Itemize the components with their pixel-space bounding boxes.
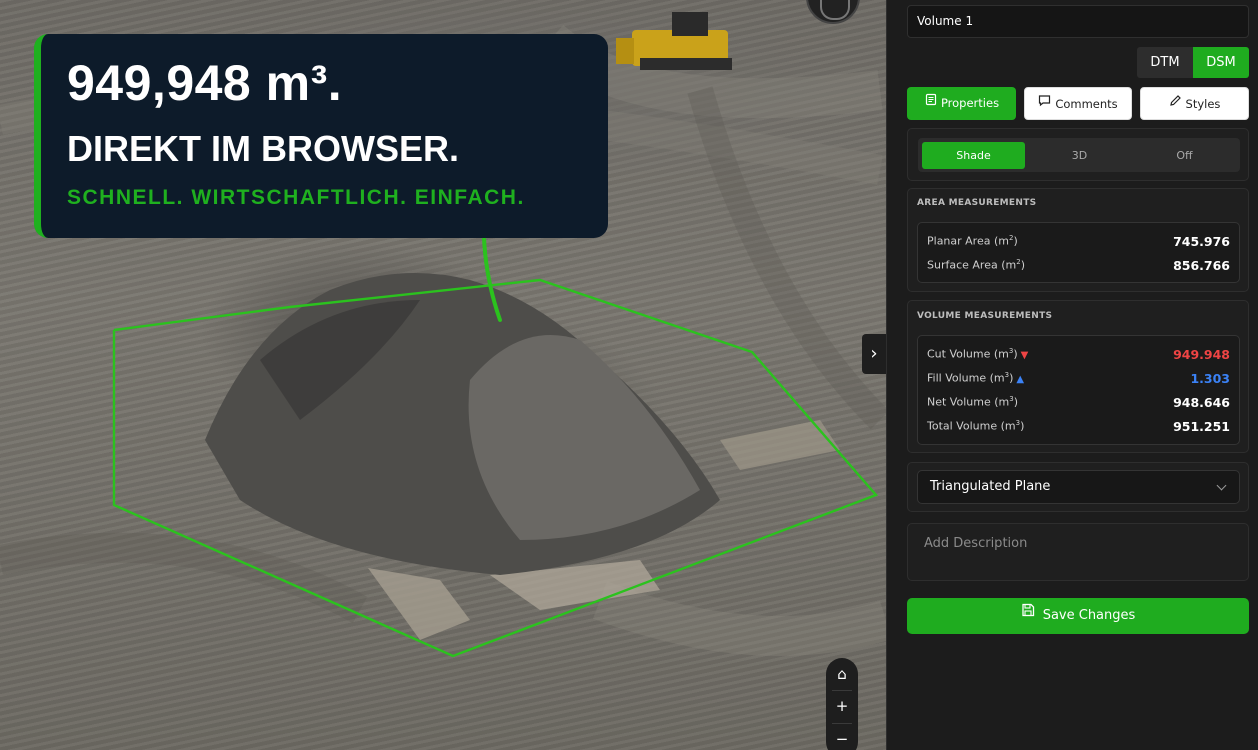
- area-measurements-section: AREA MEASUREMENTS Planar Area (m2) 745.9…: [907, 188, 1249, 292]
- bulldozer-image: [616, 12, 732, 70]
- fill-volume-label: Fill Volume (m3) ▲: [927, 371, 1025, 385]
- properties-icon: [924, 86, 937, 119]
- fill-volume-row: Fill Volume (m3) ▲ 1.303: [927, 371, 1230, 387]
- net-volume-label: Net Volume (m3): [927, 395, 1018, 409]
- tab-comments-label: Comments: [1055, 97, 1118, 111]
- base-plane-value: Triangulated Plane: [930, 479, 1051, 494]
- banner-subheadline: DIREKT IM BROWSER.: [67, 128, 459, 169]
- area-measurements-list: Planar Area (m2) 745.976 Surface Area (m…: [917, 222, 1240, 283]
- shade-option-off[interactable]: Off: [1133, 142, 1236, 169]
- save-icon: [1021, 596, 1035, 632]
- home-icon[interactable]: ⌂: [826, 665, 858, 683]
- save-changes-label: Save Changes: [1042, 608, 1136, 623]
- pencil-icon: [1169, 87, 1182, 120]
- tab-properties-label: Properties: [940, 96, 1000, 110]
- net-volume-row: Net Volume (m3) 948.646: [927, 395, 1230, 411]
- cut-indicator-icon: ▼: [1020, 349, 1029, 361]
- save-changes-button[interactable]: Save Changes: [907, 598, 1249, 634]
- tab-comments[interactable]: Comments: [1024, 87, 1132, 120]
- comments-icon: [1038, 87, 1051, 120]
- planar-area-row: Planar Area (m2) 745.976: [927, 234, 1230, 250]
- shade-mode-section: Shade 3D Off: [907, 128, 1249, 181]
- map-navigation-controls: ⌂ + −: [826, 658, 858, 750]
- surface-area-label: Surface Area (m2): [927, 258, 1025, 272]
- cut-volume-value: 949.948: [1173, 347, 1230, 362]
- tab-properties[interactable]: Properties: [907, 87, 1016, 120]
- total-volume-row: Total Volume (m3) 951.251: [927, 419, 1230, 435]
- banner-headline: 949,948 m³.: [67, 55, 343, 111]
- base-plane-select[interactable]: Triangulated Plane: [917, 470, 1240, 504]
- promo-banner: 949,948 m³. DIREKT IM BROWSER. SCHNELL. …: [34, 34, 608, 238]
- base-plane-section: Triangulated Plane: [907, 462, 1249, 512]
- properties-panel: Volume 1 DTM DSM Properties Comments Sty…: [886, 0, 1258, 750]
- shade-option-shade[interactable]: Shade: [922, 142, 1025, 169]
- chevron-down-icon: [1216, 480, 1227, 491]
- surface-area-value: 856.766: [1173, 258, 1230, 273]
- dsm-toggle[interactable]: DSM: [1193, 47, 1249, 78]
- cut-volume-label: Cut Volume (m3) ▼: [927, 347, 1029, 361]
- surface-area-row: Surface Area (m2) 856.766: [927, 258, 1230, 274]
- description-textarea[interactable]: Add Description: [907, 523, 1249, 581]
- tab-styles-label: Styles: [1185, 97, 1221, 111]
- cut-volume-row: Cut Volume (m3) ▼ 949.948: [927, 347, 1230, 363]
- planar-area-label: Planar Area (m2): [927, 234, 1018, 248]
- dtm-toggle[interactable]: DTM: [1137, 47, 1193, 78]
- fill-indicator-icon: ▲: [1016, 373, 1025, 385]
- shade-mode-selector: Shade 3D Off: [918, 138, 1240, 172]
- tab-styles[interactable]: Styles: [1140, 87, 1249, 120]
- banner-tagline: SCHNELL. WIRTSCHAFTLICH. EINFACH.: [67, 186, 525, 209]
- zoom-out-icon[interactable]: −: [826, 730, 858, 748]
- fill-volume-value: 1.303: [1190, 371, 1230, 386]
- chevron-right-icon[interactable]: ›: [862, 334, 886, 374]
- volume-measurements-title: VOLUME MEASUREMENTS: [917, 311, 1053, 321]
- total-volume-label: Total Volume (m3): [927, 419, 1025, 433]
- volume-name-input[interactable]: Volume 1: [907, 5, 1249, 38]
- planar-area-value: 745.976: [1173, 234, 1230, 249]
- area-measurements-title: AREA MEASUREMENTS: [917, 198, 1037, 208]
- net-volume-value: 948.646: [1173, 395, 1230, 410]
- volume-measurements-section: VOLUME MEASUREMENTS Cut Volume (m3) ▼ 949…: [907, 300, 1249, 453]
- zoom-in-icon[interactable]: +: [826, 697, 858, 715]
- map-viewport[interactable]: 949,948 m³. DIREKT IM BROWSER. SCHNELL. …: [0, 0, 886, 750]
- volume-measurements-list: Cut Volume (m3) ▼ 949.948 Fill Volume (m3…: [917, 335, 1240, 445]
- total-volume-value: 951.251: [1173, 419, 1230, 434]
- shade-option-3d[interactable]: 3D: [1028, 142, 1131, 169]
